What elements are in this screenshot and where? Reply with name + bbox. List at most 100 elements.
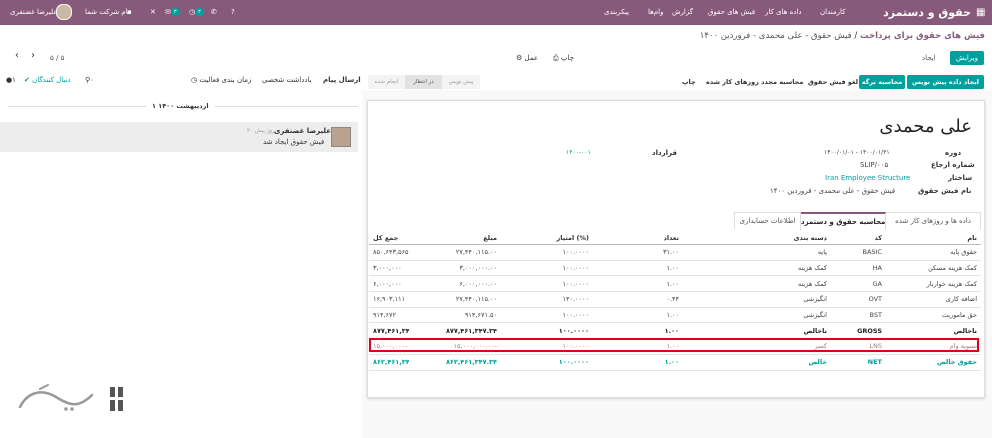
column-quantity[interactable]: تعداد <box>593 231 683 245</box>
send-message-button[interactable]: ارسال پیام <box>323 76 361 84</box>
table-row[interactable]: ۸۵۰,۶۴۳,۵۶۵ ۲۷,۴۴۰,۱۱۵.۰۰ ۱۰۰.۰۰۰۰ ۳۱.۰۰… <box>369 244 981 261</box>
structure-link[interactable]: Iran Employee Structure <box>825 174 910 182</box>
cell-code: BST <box>831 307 886 324</box>
tab-salary-computation[interactable]: محاسبه حقوق و دستمزد <box>800 212 886 230</box>
table-row-net[interactable]: ۸۶۲,۴۶۱,۳۴۷ ۸۶۲,۴۶۱,۳۴۷.۳۴ ۱۰۰.۰۰۰۰ ۱.۰۰… <box>369 354 981 371</box>
action-label: عمل <box>524 54 539 62</box>
cell-category: خالص <box>683 354 831 371</box>
cell-amount: ۲۷,۴۴۰,۱۱۵.۰۰ <box>409 291 501 308</box>
cell-category: کمک هزینه <box>683 260 831 277</box>
compute-sheet-button[interactable]: محاسبه برگه <box>859 75 905 89</box>
cell-code: NET <box>831 354 886 371</box>
column-total[interactable]: جمع کل <box>369 231 409 245</box>
followers-button[interactable]: ●۱ <box>6 76 16 84</box>
menu-work-entries[interactable]: داده های کار <box>765 0 801 25</box>
company-switcher[interactable]: نام شرکت شما <box>85 0 130 25</box>
print-label: چاپ <box>560 54 574 62</box>
breadcrumb-parent[interactable]: فیش های حقوق برای پرداخت <box>860 31 985 41</box>
menu-payslips[interactable]: فیش های حقوق <box>708 0 755 25</box>
message-author-avatar[interactable] <box>331 127 351 147</box>
cell-rate: ۱۰۰.۰۰۰۰ <box>501 354 593 371</box>
cell-amount: ۸۶۲,۴۶۱,۳۴۷.۳۴ <box>409 354 501 371</box>
stage-done[interactable]: انجام شده <box>368 75 405 89</box>
action-menu[interactable]: ⚙ عمل <box>516 51 538 65</box>
pager-prev-icon[interactable]: ‹ <box>15 50 19 61</box>
cell-name: حقوق پایه <box>886 244 981 261</box>
message-author[interactable]: علیرضا غضنفری <box>274 127 331 135</box>
help-icon[interactable]: ? <box>231 0 235 25</box>
schedule-activity-button[interactable]: ◷ زمان بندی فعالیت <box>191 76 251 84</box>
contract-link[interactable]: ۱۴۰۰-۰۰۱ <box>566 149 591 156</box>
watermark-logo <box>18 384 123 411</box>
column-name[interactable]: نام <box>886 231 981 245</box>
create-draft-entry-button[interactable]: ایجاد داده پیش نویس <box>907 75 984 89</box>
debug-icon[interactable]: ✕ <box>150 0 156 25</box>
cell-quantity: ۱.۰۰ <box>593 275 683 293</box>
attachments-button[interactable]: ⚲۰ <box>85 76 94 84</box>
cell-code: GA <box>831 275 886 293</box>
reference-value: SLIP/۰۰۵ <box>860 161 889 169</box>
cell-rate: ۱۰۰.۰۰۰۰ <box>501 244 593 261</box>
table-row[interactable]: ۱۶,۹۰۳,۱۱۱ ۲۷,۴۴۰,۱۱۵.۰۰ ۱۴۰.۰۰۰۰ ۰.۴۴ ا… <box>369 291 981 308</box>
highlight-box <box>369 338 979 352</box>
recompute-worked-days-button[interactable]: محاسبه مجدد روزهای کار شده <box>706 75 803 89</box>
user-name[interactable]: علیرضا غضنفری <box>10 0 58 25</box>
cell-name: کمک هزینه مسکن <box>886 260 981 277</box>
cell-amount: ۸۷۷,۴۶۱,۳۴۷.۳۴ <box>409 322 501 340</box>
app-title[interactable]: حقوق و دستمزد <box>877 0 971 25</box>
pager-next-icon[interactable]: › <box>31 50 35 61</box>
breadcrumb-separator: / <box>854 31 858 41</box>
tab-accounting-info[interactable]: اطلاعات حسابداری <box>734 212 801 229</box>
date-separator-label: ۱ اردیبهشت ۱۴۰۰ <box>146 102 215 110</box>
contract-label: قرارداد <box>652 149 677 157</box>
column-rate[interactable]: امتیاز (%) <box>501 231 593 245</box>
cell-name: حقوق خالص <box>886 354 981 371</box>
log-note-button[interactable]: یادداشت شخصی <box>262 76 312 84</box>
cell-code: HA <box>831 260 886 277</box>
apps-menu-icon[interactable]: ▦ <box>976 0 985 25</box>
column-category[interactable]: دسته بندی <box>683 231 831 245</box>
column-code[interactable]: کد <box>831 231 886 245</box>
reference-label: شماره ارجاع <box>931 161 975 169</box>
user-avatar[interactable] <box>56 0 72 25</box>
phone-icon[interactable]: ✆ <box>211 0 217 25</box>
print-payslip-button[interactable]: چاپ <box>682 75 696 89</box>
table-header: جمع کل مبلغ امتیاز (%) تعداد دسته بندی ک… <box>369 231 981 245</box>
menu-loans[interactable]: وام‌ها <box>648 0 663 25</box>
cell-category: پایه <box>683 244 831 261</box>
cell-name: حق ماموریت <box>886 307 981 324</box>
cell-total: ۸۷۷,۴۶۱,۳۴۷ <box>369 322 409 340</box>
follow-button[interactable]: ✔ دنبال کنندگان <box>24 76 71 84</box>
cell-rate: ۱۰۰.۰۰۰۰ <box>501 322 593 340</box>
followers-count: ۱ <box>12 76 16 84</box>
table-row-gross[interactable]: ۸۷۷,۴۶۱,۳۴۷ ۸۷۷,۴۶۱,۳۴۷.۳۴ ۱۰۰.۰۰۰۰ ۱.۰۰… <box>369 322 981 340</box>
cell-total: ۹۱۴,۶۷۲ <box>369 307 409 324</box>
menu-reporting[interactable]: گزارش <box>672 0 693 25</box>
cancel-payslip-button[interactable]: لغو فیش حقوق <box>808 75 858 89</box>
table-row[interactable]: ۹۱۴,۶۷۲ ۹۱۴,۶۷۱.۵۰ ۱۰۰.۰۰۰۰ ۱.۰۰ انگیزشی… <box>369 307 981 324</box>
print-menu[interactable]: ⎙ چاپ <box>553 51 574 65</box>
cell-category: کمک هزینه <box>683 275 831 293</box>
chat-icon[interactable]: ✉ ۳ <box>165 0 180 25</box>
edit-button[interactable]: ویرایش <box>950 51 984 65</box>
pager-value[interactable]: ۵ / ۵ <box>50 51 64 65</box>
menu-employees[interactable]: کارمندان <box>820 0 845 25</box>
table-row[interactable]: ۳,۰۰۰,۰۰۰ ۳,۰۰۰,۰۰۰.۰۰ ۱۰۰.۰۰۰۰ ۱.۰۰ کمک… <box>369 260 981 277</box>
cell-total: ۸۵۰,۶۴۳,۵۶۵ <box>369 244 409 261</box>
period-value: ۱۴۰۰/۰۱/۰۱ - ۱۴۰۰/۰۱/۳۱ <box>824 149 890 156</box>
cell-code: BASIC <box>831 244 886 261</box>
attachments-count: ۰ <box>90 76 94 84</box>
menu-configuration[interactable]: پیکربندی <box>604 0 629 25</box>
stage-draft[interactable]: پیش نویس <box>442 75 480 89</box>
stage-waiting[interactable]: در انتظار <box>405 75 442 89</box>
create-button[interactable]: ایجاد <box>922 51 936 65</box>
cell-quantity: ۱.۰۰ <box>593 322 683 340</box>
cell-total: ۶,۰۰۰,۰۰۰ <box>369 275 409 293</box>
structure-label: ساختار <box>948 174 973 182</box>
cell-rate: ۱۰۰.۰۰۰۰ <box>501 275 593 293</box>
table-row[interactable]: ۶,۰۰۰,۰۰۰ ۶,۰۰۰,۰۰۰.۰۰ ۱۰۰.۰۰۰۰ ۱.۰۰ کمک… <box>369 275 981 293</box>
cell-rate: ۱۰۰.۰۰۰۰ <box>501 307 593 324</box>
tab-worked-days[interactable]: داده ها و روزهای کار شده <box>885 212 981 229</box>
column-amount[interactable]: مبلغ <box>409 231 501 245</box>
activity-icon[interactable]: ◷ ۳ <box>189 0 204 25</box>
